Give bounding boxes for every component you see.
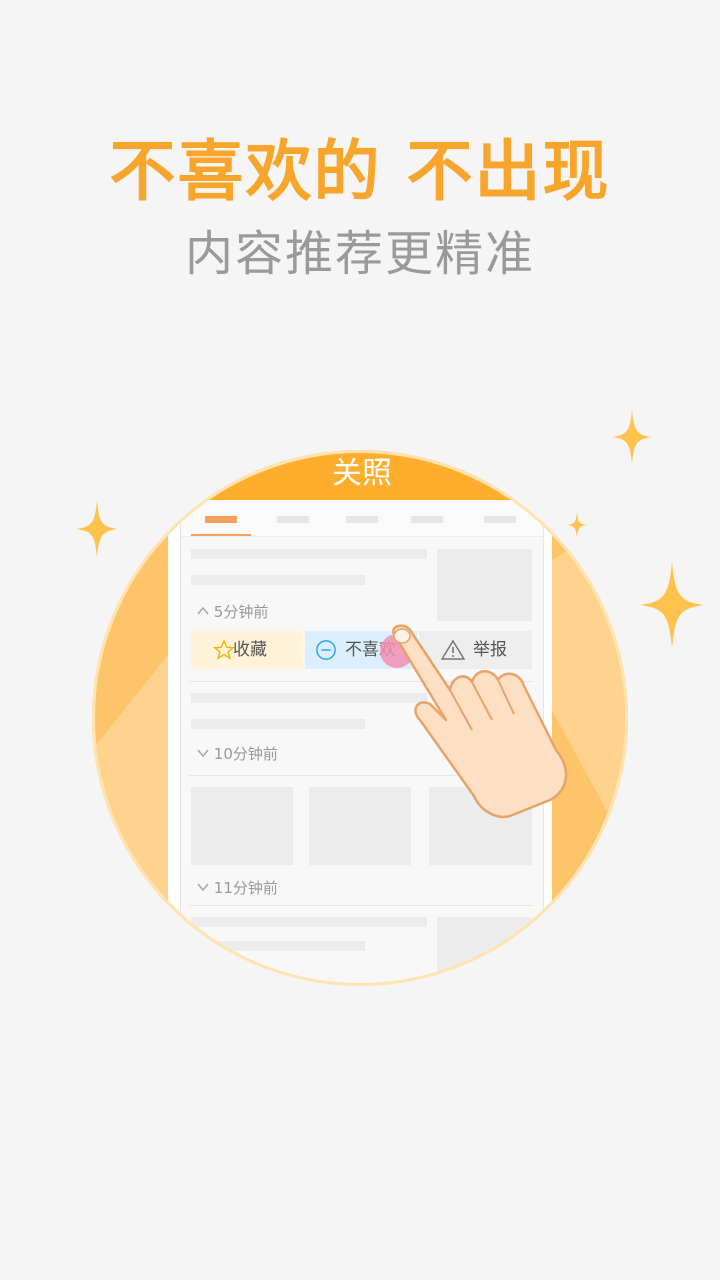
sparkle-icon xyxy=(567,512,587,538)
sparkle-icon xyxy=(640,561,704,649)
sparkle-icon xyxy=(612,410,652,464)
hand-pointer-icon xyxy=(392,624,568,819)
sparkle-icon xyxy=(76,500,118,558)
subheadline: 内容推荐更精准 xyxy=(184,226,535,282)
headline: 不喜欢的 不出现 xyxy=(109,133,611,210)
